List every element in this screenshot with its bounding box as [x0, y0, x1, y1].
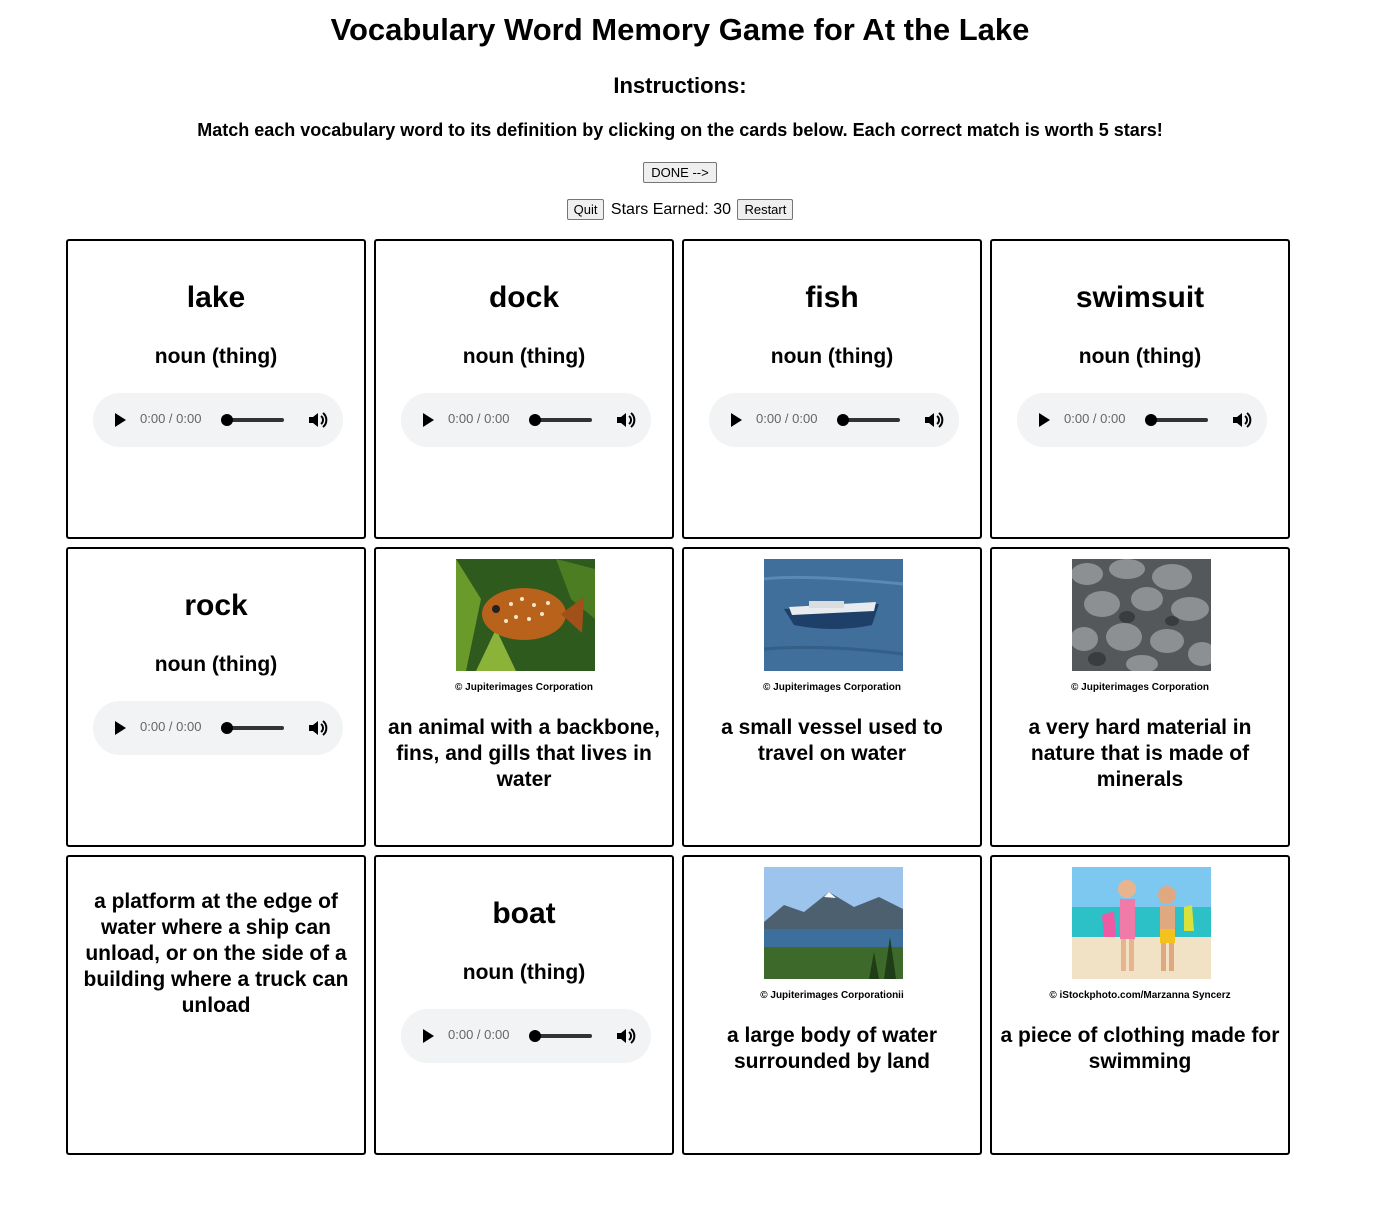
card-word: rock: [184, 589, 248, 622]
card-definition-swimsuit[interactable]: © iStockphoto.com/Marzanna Syncerz a pie…: [990, 855, 1290, 1155]
card-definition: a platform at the edge of water where a …: [83, 890, 349, 1017]
play-icon[interactable]: [115, 721, 126, 735]
progress-track[interactable]: [842, 418, 900, 422]
progress-knob[interactable]: [529, 414, 541, 426]
card-definition: a small vessel used to travel on water: [721, 716, 943, 765]
volume-icon[interactable]: [615, 1026, 637, 1046]
progress-track[interactable]: [226, 726, 284, 730]
swimsuit-image: [1072, 867, 1211, 979]
card-word-swimsuit[interactable]: swimsuit noun (thing) 0:00 / 0:00: [990, 239, 1290, 539]
card-definition: a very hard material in nature that is m…: [1028, 716, 1252, 791]
audio-time: 0:00 / 0:00: [140, 719, 202, 734]
card-grid: lake noun (thing) 0:00 / 0:00 dock noun …: [66, 239, 1296, 1161]
card-part-of-speech: noun (thing): [462, 345, 586, 368]
card-definition: a large body of water surrounded by land: [726, 1024, 938, 1073]
card-word: boat: [492, 897, 556, 930]
volume-icon[interactable]: [307, 718, 329, 738]
restart-button[interactable]: Restart: [737, 199, 794, 220]
card-definition: a piece of clothing made for swimming: [1000, 1024, 1280, 1073]
progress-track[interactable]: [226, 418, 284, 422]
volume-icon[interactable]: [1231, 410, 1253, 430]
instructions-text: Match each vocabulary word to its defini…: [197, 120, 1163, 140]
progress-knob[interactable]: [221, 722, 233, 734]
card-word-lake[interactable]: lake noun (thing) 0:00 / 0:00: [66, 239, 366, 539]
card-part-of-speech: noun (thing): [462, 961, 586, 984]
audio-time: 0:00 / 0:00: [756, 411, 818, 426]
audio-time: 0:00 / 0:00: [448, 1027, 510, 1042]
audio-time: 0:00 / 0:00: [448, 411, 510, 426]
card-part-of-speech: noun (thing): [154, 653, 278, 676]
audio-time: 0:00 / 0:00: [140, 411, 202, 426]
audio-time: 0:00 / 0:00: [1064, 411, 1126, 426]
progress-knob[interactable]: [1145, 414, 1157, 426]
card-definition: an animal with a backbone, fins, and gil…: [388, 716, 660, 791]
audio-player[interactable]: 0:00 / 0:00: [401, 393, 651, 447]
card-part-of-speech: noun (thing): [154, 345, 278, 368]
card-definition-fish[interactable]: © Jupiterimages Corporation an animal wi…: [374, 547, 674, 847]
card-word-fish[interactable]: fish noun (thing) 0:00 / 0:00: [682, 239, 982, 539]
rock-image: [1072, 559, 1211, 671]
instructions-heading: Instructions:: [613, 73, 747, 98]
card-word-rock[interactable]: rock noun (thing) 0:00 / 0:00: [66, 547, 366, 847]
image-credit: © Jupiterimages Corporation: [455, 682, 593, 693]
card-word-dock[interactable]: dock noun (thing) 0:00 / 0:00: [374, 239, 674, 539]
card-definition-rock[interactable]: © Jupiterimages Corporation a very hard …: [990, 547, 1290, 847]
play-icon[interactable]: [115, 413, 126, 427]
progress-track[interactable]: [1150, 418, 1208, 422]
audio-player[interactable]: 0:00 / 0:00: [1017, 393, 1267, 447]
audio-player[interactable]: 0:00 / 0:00: [709, 393, 959, 447]
card-part-of-speech: noun (thing): [770, 345, 894, 368]
card-word-boat[interactable]: boat noun (thing) 0:00 / 0:00: [374, 855, 674, 1155]
play-icon[interactable]: [423, 1029, 434, 1043]
image-credit: © Jupiterimages Corporationii: [760, 990, 904, 1001]
card-definition-lake[interactable]: © Jupiterimages Corporationii a large bo…: [682, 855, 982, 1155]
image-credit: © iStockphoto.com/Marzanna Syncerz: [1049, 990, 1231, 1001]
card-definition-boat[interactable]: © Jupiterimages Corporation a small vess…: [682, 547, 982, 847]
volume-icon[interactable]: [923, 410, 945, 430]
play-icon[interactable]: [1039, 413, 1050, 427]
card-definition-dock[interactable]: a platform at the edge of water where a …: [66, 855, 366, 1155]
card-word: lake: [186, 281, 246, 314]
play-icon[interactable]: [423, 413, 434, 427]
done-button[interactable]: DONE -->: [643, 162, 717, 183]
card-word: fish: [805, 281, 859, 314]
quit-button[interactable]: Quit: [566, 199, 605, 220]
progress-track[interactable]: [534, 418, 592, 422]
progress-knob[interactable]: [221, 414, 233, 426]
card-word: dock: [488, 281, 560, 314]
fish-image: [456, 559, 595, 671]
volume-icon[interactable]: [615, 410, 637, 430]
progress-knob[interactable]: [837, 414, 849, 426]
progress-knob[interactable]: [529, 1030, 541, 1042]
card-word: swimsuit: [1075, 281, 1205, 314]
page-title: Vocabulary Word Memory Game for At the L…: [330, 12, 1030, 47]
stars-earned: Stars Earned: 30: [610, 200, 731, 218]
play-icon[interactable]: [731, 413, 742, 427]
image-credit: © Jupiterimages Corporation: [1071, 682, 1209, 693]
lake-image: [764, 867, 903, 979]
audio-player[interactable]: 0:00 / 0:00: [93, 701, 343, 755]
game-controls: Quit Stars Earned: 30 Restart: [0, 199, 1360, 220]
image-credit: © Jupiterimages Corporation: [763, 682, 901, 693]
card-part-of-speech: noun (thing): [1078, 345, 1202, 368]
audio-player[interactable]: 0:00 / 0:00: [93, 393, 343, 447]
audio-player[interactable]: 0:00 / 0:00: [401, 1009, 651, 1063]
boat-image: [764, 559, 903, 671]
progress-track[interactable]: [534, 1034, 592, 1038]
volume-icon[interactable]: [307, 410, 329, 430]
